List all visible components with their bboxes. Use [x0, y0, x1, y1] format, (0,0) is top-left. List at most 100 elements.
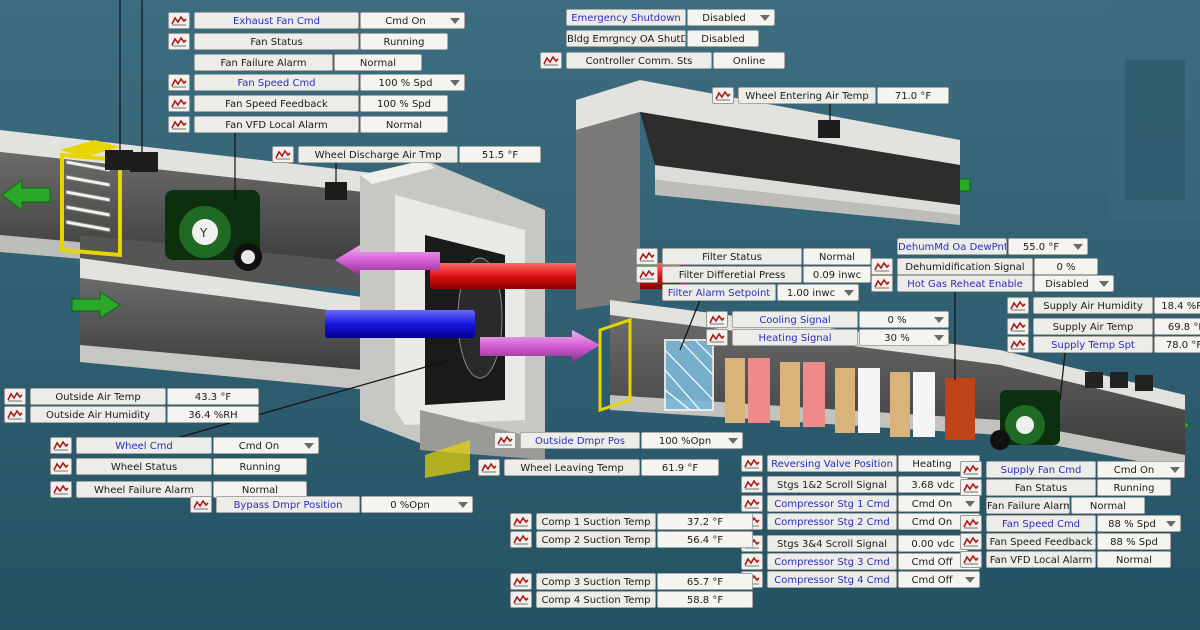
hot-gas-reheat-enable-label[interactable]: Hot Gas Reheat Enable: [897, 274, 1033, 292]
wheel-entering-air-temp-value: 71.0 °F: [877, 86, 949, 104]
trend-graph-icon[interactable]: [960, 532, 982, 550]
heating-signal-select[interactable]: 30 %: [859, 328, 949, 346]
point-comp-3-suction-temp: Comp 3 Suction Temp 65.7 °F: [510, 572, 753, 590]
trend-graph-icon[interactable]: [871, 257, 893, 275]
trend-graph-icon: [53, 461, 69, 471]
trend-graph-icon[interactable]: [741, 454, 763, 472]
trend-graph-icon: [193, 499, 209, 509]
trend-graph-icon[interactable]: [1007, 317, 1029, 335]
supply-fan-cmd-select[interactable]: Cmd On: [1097, 460, 1185, 478]
filter-alarm-setpoint-label[interactable]: Filter Alarm Setpoint: [662, 283, 776, 301]
trend-graph-icon[interactable]: [636, 265, 658, 283]
trend-graph-icon[interactable]: [168, 73, 190, 91]
supply-air-temp-label: Supply Air Temp: [1033, 317, 1153, 335]
trend-graph-icon[interactable]: [871, 274, 893, 292]
bldg-emergency-oa-shutdn-value: Disabled: [687, 29, 759, 47]
emergency-shutdown-label[interactable]: Emergency Shutdown: [566, 8, 686, 26]
comp-1-suction-temp-label: Comp 1 Suction Temp: [536, 512, 656, 530]
wheel-cmd-label[interactable]: Wheel Cmd: [76, 436, 212, 454]
trend-graph-icon: [709, 332, 725, 342]
trend-graph-icon[interactable]: [741, 552, 763, 570]
compressor-stg-4-cmd-select[interactable]: Cmd Off: [898, 570, 980, 588]
trend-graph-icon[interactable]: [741, 475, 763, 493]
trend-graph-icon[interactable]: [960, 460, 982, 478]
trend-graph-icon[interactable]: [636, 247, 658, 265]
trend-graph-icon: [7, 409, 23, 419]
point-comp-4-suction-temp: Comp 4 Suction Temp 58.8 °F: [510, 590, 753, 608]
filter-alarm-setpoint-select[interactable]: 1.00 inwc: [777, 283, 859, 301]
bypass-dmpr-position-label[interactable]: Bypass Dmpr Position: [216, 495, 360, 513]
trend-graph-icon[interactable]: [1007, 335, 1029, 353]
stgs-1-2-scroll-signal-label: Stgs 1&2 Scroll Signal: [767, 475, 897, 493]
bypass-dmpr-position-select[interactable]: 0 %Opn: [361, 495, 473, 513]
supply-fan-cmd-label[interactable]: Supply Fan Cmd: [986, 460, 1096, 478]
trend-graph-icon[interactable]: [168, 115, 190, 133]
trend-graph-icon[interactable]: [510, 530, 532, 548]
supply-fan: [990, 390, 1060, 450]
outside-air-humidity-value: 36.4 %RH: [167, 405, 259, 423]
exhaust-fan-cmd-select[interactable]: Cmd On: [360, 11, 465, 29]
trend-graph-icon[interactable]: [4, 405, 26, 423]
supply-temp-spt-select[interactable]: 78.0 °F: [1154, 335, 1200, 353]
trend-graph-icon[interactable]: [50, 436, 72, 454]
trend-graph-icon[interactable]: [272, 145, 294, 163]
trend-graph-icon[interactable]: [960, 550, 982, 568]
trend-graph-icon[interactable]: [478, 458, 500, 476]
dehumid-oa-dewpnt-sp-select[interactable]: 55.0 °F: [1008, 237, 1088, 255]
trend-graph-icon[interactable]: [510, 590, 532, 608]
trend-graph-icon[interactable]: [706, 310, 728, 328]
filter-status-value: Normal: [803, 247, 871, 265]
trend-graph-icon[interactable]: [1007, 296, 1029, 314]
trend-graph-icon[interactable]: [741, 494, 763, 512]
point-bypass-dmpr-position: Bypass Dmpr Position 0 %Opn: [190, 495, 473, 513]
fan-vfd-local-alarm-label: Fan VFD Local Alarm: [194, 115, 359, 133]
trend-graph-icon[interactable]: [50, 480, 72, 498]
trend-graph-icon: [171, 119, 187, 129]
emergency-shutdown-select[interactable]: Disabled: [687, 8, 775, 26]
comp-1-suction-temp-value: 37.2 °F: [657, 512, 753, 530]
compressor-stg-1-cmd-select[interactable]: Cmd On: [898, 494, 980, 512]
trend-graph-icon[interactable]: [168, 11, 190, 29]
wheel-cmd-select[interactable]: Cmd On: [213, 436, 319, 454]
trend-graph-icon[interactable]: [510, 572, 532, 590]
trend-graph-icon: [53, 484, 69, 494]
comp-3-suction-temp-value: 65.7 °F: [657, 572, 753, 590]
compressor-stg-2-cmd-label[interactable]: Compressor Stg 2 Cmd: [767, 512, 897, 530]
trend-graph-icon[interactable]: [712, 86, 734, 104]
trend-graph-icon[interactable]: [706, 328, 728, 346]
trend-graph-icon[interactable]: [510, 512, 532, 530]
hot-gas-reheat-enable-select[interactable]: Disabled: [1034, 274, 1114, 292]
point-controller-comm-sts: Controller Comm. Sts Online: [540, 51, 785, 69]
dehumid-oa-dewpnt-sp-label[interactable]: DehumMd Oa DewPnt SP: [897, 237, 1007, 255]
fan-speed-cmd-label[interactable]: Fan Speed Cmd: [194, 73, 359, 91]
reversing-valve-position-label[interactable]: Reversing Valve Position: [767, 454, 897, 472]
compressor-stg-4-cmd-label[interactable]: Compressor Stg 4 Cmd: [767, 570, 897, 588]
compressor-stg-1-cmd-label[interactable]: Compressor Stg 1 Cmd: [767, 494, 897, 512]
trend-graph-icon[interactable]: [168, 32, 190, 50]
trend-graph-icon[interactable]: [960, 514, 982, 532]
cooling-signal-label[interactable]: Cooling Signal: [732, 310, 858, 328]
trend-graph-icon[interactable]: [168, 94, 190, 112]
supply-fan-speed-cmd-select[interactable]: 88 % Spd: [1097, 514, 1181, 532]
trend-graph-icon[interactable]: [50, 457, 72, 475]
supply-temp-spt-label[interactable]: Supply Temp Spt: [1033, 335, 1153, 353]
outside-dmpr-pos-select[interactable]: 100 %Opn: [641, 431, 743, 449]
cooling-signal-select[interactable]: 0 %: [859, 310, 949, 328]
trend-graph-icon[interactable]: [960, 478, 982, 496]
trend-graph-icon[interactable]: [4, 387, 26, 405]
supply-fan-speed-cmd-label[interactable]: Fan Speed Cmd: [986, 514, 1096, 532]
trend-graph-icon: [543, 55, 559, 65]
trend-graph-icon[interactable]: [190, 495, 212, 513]
trend-graph-icon: [481, 462, 497, 472]
supply-fan-vfd-local-alarm-value: Normal: [1097, 550, 1171, 568]
supply-fan-status-value: Running: [1097, 478, 1171, 496]
exhaust-fan-cmd-label[interactable]: Exhaust Fan Cmd: [194, 11, 359, 29]
heating-signal-label[interactable]: Heating Signal: [732, 328, 858, 346]
trend-graph-icon: [513, 516, 529, 526]
compressor-stg-3-cmd-label[interactable]: Compressor Stg 3 Cmd: [767, 552, 897, 570]
fan-speed-cmd-select[interactable]: 100 % Spd: [360, 73, 465, 91]
trend-graph-icon: [744, 498, 760, 508]
trend-graph-icon[interactable]: [494, 431, 516, 449]
outside-dmpr-pos-label[interactable]: Outside Dmpr Pos: [520, 431, 640, 449]
trend-graph-icon[interactable]: [540, 51, 562, 69]
